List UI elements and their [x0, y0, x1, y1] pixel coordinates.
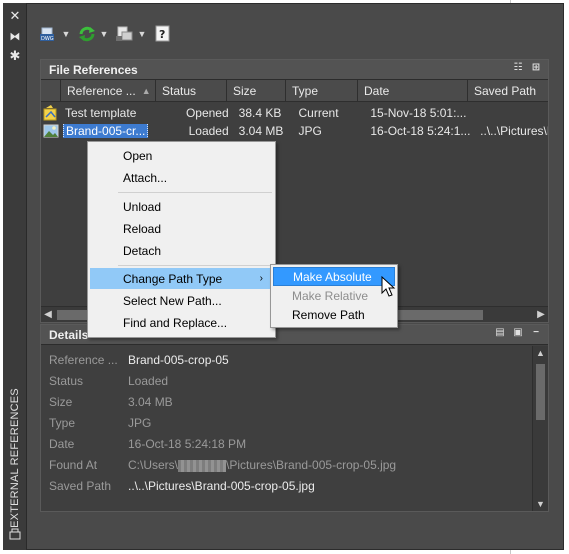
reference-name: Brand-005-cr...	[60, 124, 174, 138]
size-value: 3.04 MB	[238, 124, 284, 138]
menu-item-open[interactable]: Open	[90, 145, 273, 166]
chevron-down-icon[interactable]: ▼	[99, 29, 109, 39]
detail-label: Status	[49, 374, 84, 388]
chevron-right-icon: ›	[259, 273, 263, 284]
menu-item-reload[interactable]: Reload	[90, 218, 273, 239]
tree-view-icon[interactable]: ⊞	[530, 62, 542, 74]
refresh-icon	[77, 25, 97, 43]
drawing-icon	[42, 105, 60, 121]
menu-separator	[118, 192, 272, 193]
type-value: Current	[298, 106, 339, 120]
detail-label: Saved Path	[49, 479, 112, 493]
detail-row: Saved Path ..\..\Pictures\Brand-005-crop…	[49, 477, 315, 495]
detail-row: Status Loaded	[49, 372, 168, 390]
submenu-item-make-absolute[interactable]: Make Absolute	[273, 267, 395, 286]
status-value: Loaded	[188, 124, 229, 138]
vertical-scrollbar[interactable]: ▲ ▼	[532, 346, 548, 511]
close-icon[interactable]: ✕	[8, 9, 22, 23]
grip-icon[interactable]	[8, 527, 22, 541]
menu-item-attach[interactable]: Attach...	[90, 167, 273, 188]
palette-title: EXTERNAL REFERENCES	[9, 388, 21, 528]
menu-item-select-new-path[interactable]: Select New Path...	[90, 290, 273, 311]
chevron-down-icon[interactable]: ▼	[137, 29, 147, 39]
detail-row: Type JPG	[49, 414, 151, 432]
detail-label: Size	[49, 395, 73, 409]
table-row[interactable]: Brand-005-cr... Loaded 3.04 MB JPG 16-Oc…	[41, 122, 548, 140]
palette-titlebar[interactable]: ✕ ⧓ ✱ EXTERNAL REFERENCES	[3, 3, 27, 550]
detail-value[interactable]: Brand-005-crop-05	[128, 353, 229, 367]
date-value: 16-Oct-18 5:24:1...	[370, 124, 471, 138]
detail-row: Found At C:\Users\ \Pictures\Brand-005-cr…	[49, 456, 396, 474]
change-path-icon	[115, 25, 135, 43]
submenu-item-make-relative: Make Relative	[292, 288, 369, 303]
scroll-right-icon[interactable]: ▶	[534, 307, 548, 323]
date-value: 15-Nov-18 5:01:...	[370, 106, 467, 120]
attach-dwg-icon: DWG	[39, 25, 59, 43]
image-icon	[42, 123, 60, 139]
column-header-date[interactable]: Date	[358, 80, 468, 101]
status-value: Opened	[185, 106, 229, 120]
menu-item-unload[interactable]: Unload	[90, 196, 273, 217]
detail-value: JPG	[128, 416, 152, 430]
file-references-header: File References ☷ ⊞	[41, 60, 548, 80]
properties-icon[interactable]: ✱	[8, 49, 22, 63]
list-view-icon[interactable]: ☷	[512, 62, 524, 74]
column-header-reference[interactable]: Reference ... ▲	[61, 80, 156, 101]
scroll-down-icon[interactable]: ▼	[533, 497, 548, 511]
svg-text:DWG: DWG	[41, 36, 54, 42]
menu-item-find-and-replace[interactable]: Find and Replace...	[90, 312, 273, 333]
refresh-button[interactable]: ▼	[75, 23, 111, 45]
detail-label: Date	[49, 437, 75, 451]
menu-separator	[118, 265, 272, 266]
detail-value: C:\Users\ \Pictures\Brand-005-crop-05.jpg	[128, 458, 397, 472]
collapse-icon[interactable]: −	[530, 327, 542, 339]
table-row[interactable]: Test template Opened 38.4 KB Current 15-…	[41, 104, 548, 122]
details-icon[interactable]: ▤	[494, 327, 506, 339]
detail-label: Found At	[49, 458, 98, 472]
type-value: JPG	[298, 124, 322, 138]
scroll-left-icon[interactable]: ◀	[41, 307, 55, 323]
change-path-button[interactable]: ▼	[113, 23, 149, 45]
column-header-status[interactable]: Status	[156, 80, 227, 101]
context-menu: Open Attach... Unload Reload Detach Chan…	[87, 141, 276, 338]
column-header-saved-path[interactable]: Saved Path	[468, 80, 548, 101]
detail-label: Reference ...	[49, 353, 118, 367]
redacted-username	[178, 459, 227, 472]
preview-icon[interactable]: ▣	[512, 327, 524, 339]
section-title: File References	[49, 62, 138, 77]
section-title: Details	[49, 327, 89, 342]
detail-row: Reference ... Brand-005-crop-05	[49, 351, 229, 369]
detail-label: Type	[49, 416, 76, 430]
attach-dwg-button[interactable]: DWG ▼	[37, 23, 73, 45]
scrollbar-thumb[interactable]	[536, 364, 545, 420]
column-header-row: Reference ... ▲ Status Size Type Date Sav…	[41, 80, 548, 102]
detail-value: 16-Oct-18 5:24:18 PM	[128, 437, 247, 451]
selected-reference[interactable]: Brand-005-cr...	[63, 124, 149, 138]
chevron-down-icon[interactable]: ▼	[61, 29, 71, 39]
saved-path-value: ..\..\Pictures\Bra	[480, 124, 548, 138]
column-header-type[interactable]: Type	[286, 80, 358, 101]
icon-column-header	[41, 80, 61, 101]
help-icon: ?	[153, 25, 173, 43]
auto-hide-icon[interactable]: ⧓	[8, 30, 22, 44]
submenu-item-remove-path[interactable]: Remove Path	[273, 305, 395, 324]
toolbar: DWG ▼ ▼ ▼ ?	[37, 22, 175, 46]
scroll-up-icon[interactable]: ▲	[533, 346, 548, 360]
column-header-size[interactable]: Size	[227, 80, 286, 101]
detail-row: Date 16-Oct-18 5:24:18 PM	[49, 435, 246, 453]
menu-item-change-path-type[interactable]: Change Path Type ›	[90, 268, 273, 289]
menu-item-detach[interactable]: Detach	[90, 240, 273, 261]
detail-row: Size 3.04 MB	[49, 393, 173, 411]
reference-name: Test template	[65, 106, 137, 120]
sort-ascending-icon: ▲	[141, 85, 151, 96]
detail-value: Loaded	[128, 374, 169, 388]
change-path-type-submenu: Make Absolute Make Relative Remove Path	[270, 264, 398, 328]
svg-text:?: ?	[159, 28, 165, 41]
mouse-cursor-icon	[381, 275, 397, 298]
details-panel: Details ▤ ▣ − Reference ... Brand-005-cr…	[40, 324, 549, 512]
size-value: 38.4 KB	[238, 106, 282, 120]
detail-value: 3.04 MB	[128, 395, 173, 409]
detail-value[interactable]: ..\..\Pictures\Brand-005-crop-05.jpg	[128, 479, 315, 493]
help-button[interactable]: ?	[151, 23, 175, 45]
